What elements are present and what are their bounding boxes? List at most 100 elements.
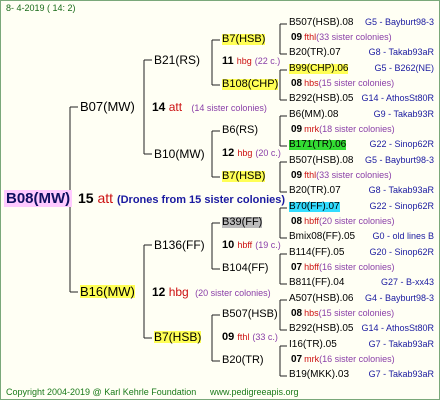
gen4-drone-info-2: 09 fthl(33 sister colonies) — [291, 33, 392, 43]
gen4-line-10: G5 - Bayburt98-3 — [364, 155, 434, 165]
gen4-line-18: G27 - B-xx43 — [380, 277, 434, 287]
gen4-code: fthl — [304, 170, 317, 180]
gen2-note-1: (22 c.) — [254, 56, 281, 66]
gen4-line-6: G14 - AthosSt80R — [361, 93, 434, 103]
gen2-drone-info-1: 11 hbg (22 c.) — [222, 56, 280, 67]
gen4-count: 09 — [291, 124, 303, 135]
gen2-count-3: 10 — [222, 239, 235, 251]
gen4-drone-info-14: 08 hbff(20 sister colonies) — [291, 217, 395, 227]
gen4-queen-12: B20(TR).07 — [289, 185, 341, 196]
gen4-count: 07 — [291, 354, 303, 365]
root-note: (Drones from 15 sister colonies) — [116, 194, 286, 206]
gen4-queen-15: Bmix08(FF).05 — [289, 231, 356, 242]
gen4-queen-1: B507(HSB).08 — [289, 17, 354, 28]
root-drone-info: 15 att (Drones from 15 sister colonies) — [78, 191, 285, 206]
gen2-drone-info-3: 10 hbff (19 c.) — [222, 240, 281, 251]
gen4-note: (15 sister colonies) — [318, 78, 395, 88]
gen4-code: hbs — [304, 78, 319, 88]
gen4-line-4: G5 - B262(NE) — [374, 63, 434, 73]
gen4-count: 08 — [291, 216, 303, 227]
gen4-note: (20 sister colonies) — [318, 216, 395, 226]
gen1-queen-1: B07(MW) — [80, 99, 135, 114]
gen2-note-2: (20 c.) — [255, 148, 281, 158]
gen4-count: 09 — [291, 32, 303, 43]
gen2-count-2: 12 — [222, 147, 235, 159]
gen2-queen-4: B7(HSB) — [154, 330, 202, 344]
gen2-code-2: hbg — [237, 148, 253, 158]
gen4-drone-info-17: 07 hbff(16 sister colonies) — [291, 263, 395, 273]
gen1-count-2: 12 — [152, 285, 166, 299]
gen4-queen-9: B171(TR).06 — [289, 139, 347, 150]
gen3-queen-3: B6(RS) — [222, 124, 259, 136]
gen3-queen-6: B104(FF) — [222, 262, 269, 274]
gen2-code-4: fthl — [237, 332, 250, 342]
gen4-line-15: G0 - old lines B — [372, 231, 434, 241]
gen4-line-24: G7 - Takab93aR — [368, 369, 434, 379]
gen2-count-1: 11 — [222, 55, 234, 67]
gen4-code: mrk — [304, 354, 320, 364]
gen4-line-9: G22 - Sinop62R — [369, 139, 434, 149]
gen4-code: hbff — [304, 262, 319, 272]
gen4-note: (16 sister colonies) — [319, 354, 395, 364]
gen3-queen-5: B39(FF) — [222, 216, 263, 228]
gen4-drone-info-11: 09 fthl(33 sister colonies) — [291, 171, 392, 181]
gen4-queen-6: B292(HSB).05 — [289, 93, 354, 104]
gen3-queen-2: B108(CHP) — [222, 78, 279, 90]
gen4-queen-7: B6(MM).08 — [289, 109, 339, 120]
gen3-queen-7: B507(HSB) — [222, 308, 278, 320]
gen4-count: 08 — [291, 308, 303, 319]
gen4-note: (15 sister colonies) — [318, 308, 395, 318]
gen1-code-1: att — [168, 100, 183, 114]
gen1-note-2: (20 sister colonies) — [195, 288, 271, 298]
gen3-queen-4: B7(HSB) — [222, 170, 266, 182]
gen4-count: 07 — [291, 262, 303, 273]
gen4-queen-16: B114(FF).05 — [289, 247, 345, 258]
gen4-count: 09 — [291, 170, 303, 181]
gen4-count: 08 — [291, 78, 303, 89]
gen1-queen-2: B16(MW) — [80, 284, 135, 299]
gen4-line-21: G14 - AthosSt80R — [361, 323, 434, 333]
gen2-count-4: 09 — [222, 331, 235, 343]
gen2-drone-info-4: 09 fthl (33 c.) — [222, 332, 278, 343]
gen4-line-22: G7 - Takab93aR — [368, 339, 434, 349]
gen2-code-1: hbg — [236, 56, 252, 66]
gen4-line-3: G8 - Takab93aR — [368, 47, 434, 57]
gen3-queen-8: B20(TR) — [222, 354, 264, 366]
gen4-note: (18 sister colonies) — [319, 124, 395, 134]
gen4-queen-22: I16(TR).05 — [289, 339, 337, 350]
gen1-drone-info-2: 12 hbg (20 sister colonies) — [152, 286, 271, 298]
gen4-queen-19: A507(HSB).06 — [289, 293, 354, 304]
gen4-note: (33 sister colonies) — [316, 32, 392, 42]
gen4-line-1: G5 - Bayburt98-3 — [364, 17, 434, 27]
gen4-drone-info-20: 08 hbs(15 sister colonies) — [291, 309, 394, 319]
gen3-queen-1: B7(HSB) — [222, 33, 266, 45]
gen2-note-3: (19 c.) — [255, 240, 281, 250]
gen4-line-13: G22 - Sinop62R — [369, 201, 434, 211]
gen4-queen-10: B507(HSB).08 — [289, 155, 354, 166]
gen2-drone-info-2: 12 hbg (20 c.) — [222, 148, 281, 159]
gen4-line-7: G9 - Takab93R — [373, 109, 434, 119]
gen4-note: (16 sister colonies) — [318, 262, 395, 272]
gen4-code: hbs — [304, 308, 319, 318]
gen2-queen-1: B21(RS) — [154, 53, 201, 67]
gen4-line-19: G4 - Bayburt98-3 — [364, 293, 434, 303]
gen2-code-3: hbff — [237, 240, 253, 250]
gen4-drone-info-23: 07 mrk(16 sister colonies) — [291, 355, 395, 365]
gen1-drone-info-1: 14 att (14 sister colonies) — [152, 101, 267, 113]
gen4-queen-13: B70(FF).07 — [289, 201, 340, 212]
gen4-line-16: G20 - Sinop62R — [369, 247, 434, 257]
gen4-queen-24: B19(MKK).03 — [289, 369, 350, 380]
gen4-drone-info-8: 09 mrk(18 sister colonies) — [291, 125, 395, 135]
gen4-queen-21: B292(HSB).05 — [289, 323, 354, 334]
gen4-queen-3: B20(TR).07 — [289, 47, 341, 58]
gen4-code: mrk — [304, 124, 320, 134]
gen2-queen-3: B136(FF) — [154, 238, 205, 252]
gen4-drone-info-5: 08 hbs(15 sister colonies) — [291, 79, 394, 89]
root-queen: B08(MW) — [4, 190, 73, 207]
gen4-code: fthl — [304, 32, 317, 42]
footer-site[interactable]: www.pedigreeapis.org — [210, 388, 299, 397]
gen4-note: (33 sister colonies) — [316, 170, 392, 180]
root-code: att — [97, 190, 114, 206]
gen4-code: hbff — [304, 216, 319, 226]
gen1-count-1: 14 — [152, 100, 166, 114]
